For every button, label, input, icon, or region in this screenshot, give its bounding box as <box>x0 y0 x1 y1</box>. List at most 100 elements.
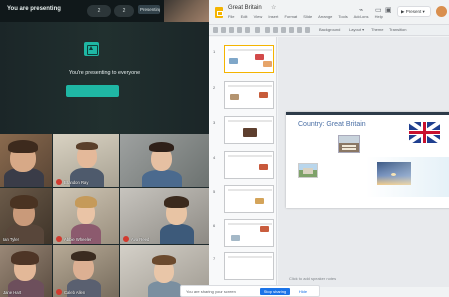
slide-filmstrip: 1 2 3 4 5 6 7 <box>209 37 277 287</box>
participant-name: Ava Reed <box>131 237 150 242</box>
avatar[interactable] <box>436 6 447 17</box>
slide-thumbnail-5[interactable] <box>224 185 274 213</box>
participant-tile[interactable]: Abbie Wheeler <box>53 188 119 244</box>
slide-thumbnail-6[interactable] <box>224 219 274 247</box>
thumbnail-number: 5 <box>213 189 216 194</box>
menu-edit[interactable]: Edit <box>241 14 248 19</box>
transition-button[interactable]: Transition <box>389 27 406 32</box>
layout-button[interactable]: Layout ▾ <box>349 27 364 32</box>
thumbnail-image <box>243 128 257 137</box>
union-flag-image[interactable] <box>409 122 440 143</box>
image-icon[interactable] <box>281 27 286 33</box>
participant-hair <box>10 195 38 209</box>
muted-mic-icon <box>56 236 62 242</box>
participant-name: Abbie Wheeler <box>64 237 92 242</box>
document-title[interactable]: Great Britain <box>228 5 262 11</box>
landmark-photo[interactable] <box>298 163 318 178</box>
participant-hair <box>75 196 97 208</box>
thumbnail-title-bar <box>228 155 272 157</box>
menu-slide[interactable]: Slide <box>303 14 312 19</box>
thumbnail-image <box>263 61 272 67</box>
self-view-thumbnail[interactable] <box>164 0 209 22</box>
participant-tile[interactable]: Jane Hart <box>0 245 52 297</box>
slide-thumbnail-1[interactable] <box>224 45 274 73</box>
star-icon[interactable]: ☆ <box>271 4 276 11</box>
menu-view[interactable]: View <box>254 14 263 19</box>
thumbnail-title-bar <box>228 85 272 87</box>
thumbnail-image <box>255 198 264 204</box>
zoom-icon[interactable] <box>255 27 260 33</box>
menu-insert[interactable]: Insert <box>268 14 278 19</box>
menu-tools[interactable]: Tools <box>338 14 347 19</box>
slide-title[interactable]: Country: Great Britain <box>298 121 366 128</box>
participant-body <box>148 281 182 297</box>
hide-button[interactable]: Hide <box>294 288 312 295</box>
participant-hair <box>152 255 176 265</box>
participant-tile[interactable]: Caleb Allen <box>53 245 119 297</box>
participant-body <box>160 224 194 244</box>
menu-help[interactable]: Help <box>375 14 383 19</box>
thumbnail-number: 1 <box>213 49 216 54</box>
house-photo[interactable] <box>338 135 360 153</box>
redo-icon[interactable] <box>229 27 234 33</box>
textbox-icon[interactable] <box>273 27 278 33</box>
participant-name: Jane Hart <box>3 290 22 295</box>
slide-thumbnail-4[interactable] <box>224 151 274 179</box>
participants-pill[interactable]: 2 <box>87 5 111 17</box>
present-screen-icon <box>84 42 99 56</box>
participant-body <box>142 170 182 187</box>
participant-name: Brandon Ray <box>64 180 89 185</box>
presentation-notice: You're presenting to everyone <box>0 22 209 134</box>
participant-name: Ian Tyler <box>3 237 19 242</box>
menu-arrange[interactable]: Arrange <box>318 14 332 19</box>
chat-pill[interactable]: 2 <box>114 5 134 17</box>
print-icon[interactable] <box>237 27 242 33</box>
menu-bar: File Edit View Insert Format Slide Arran… <box>228 14 388 19</box>
shape-icon[interactable] <box>289 27 294 33</box>
select-icon[interactable] <box>265 27 270 33</box>
participant-hair <box>11 251 39 265</box>
paint-format-icon[interactable] <box>245 27 250 33</box>
presenting-label: You are presenting <box>7 6 61 12</box>
stop-sharing-button[interactable]: Stop sharing <box>260 288 290 295</box>
slide-canvas[interactable]: Country: Great Britain <box>278 37 449 287</box>
slide-thumbnail-3[interactable] <box>224 116 274 144</box>
thumbnail-number: 4 <box>213 155 216 160</box>
meet-icon[interactable]: ▣ <box>385 6 392 14</box>
participant-tile[interactable] <box>0 134 52 187</box>
current-slide[interactable]: Country: Great Britain <box>286 112 449 208</box>
thumbnail-title-bar <box>228 120 272 122</box>
participant-hair <box>71 251 96 261</box>
slide-thumbnail-2[interactable] <box>224 81 274 109</box>
present-button[interactable]: ▶ Present ▾ <box>397 6 431 17</box>
thumbnail-image <box>231 235 240 241</box>
screen: You are presenting 2 2 Presenting You're… <box>0 0 449 297</box>
slide-thumbnail-7[interactable] <box>224 252 274 280</box>
background-button[interactable]: Background <box>319 27 340 32</box>
thumbnail-number: 3 <box>213 120 216 125</box>
thumbnail-title-bar <box>228 189 272 191</box>
comment-icon[interactable]: ▭ <box>375 6 382 14</box>
participant-hair <box>164 196 189 208</box>
screen-share-bar: You are sharing your screen Stop sharing… <box>180 285 320 297</box>
comment-add-icon[interactable] <box>305 27 310 33</box>
participant-tile[interactable]: Brandon Ray <box>53 134 119 187</box>
participant-hair <box>76 142 98 150</box>
thumbnail-number: 7 <box>213 256 216 261</box>
theme-button[interactable]: Theme <box>371 27 383 32</box>
screen-glare <box>366 157 449 197</box>
undo-icon[interactable] <box>221 27 226 33</box>
participant-tile[interactable]: Ian Tyler <box>0 188 52 244</box>
stop-presenting-button[interactable] <box>66 85 119 97</box>
menu-format[interactable]: Format <box>284 14 297 19</box>
menu-addons[interactable]: Add-ons <box>354 14 369 19</box>
slides-logo-icon[interactable] <box>215 7 223 18</box>
speaker-notes-hint[interactable]: Click to add speaker notes <box>289 276 336 281</box>
participant-tile[interactable]: Ava Reed <box>120 188 209 244</box>
line-icon[interactable] <box>297 27 302 33</box>
participant-tile[interactable] <box>120 134 209 187</box>
thumbnail-image <box>229 58 238 64</box>
add-slide-icon[interactable] <box>213 27 218 33</box>
trend-icon[interactable]: ⌁ <box>359 6 363 14</box>
menu-file[interactable]: File <box>228 14 234 19</box>
